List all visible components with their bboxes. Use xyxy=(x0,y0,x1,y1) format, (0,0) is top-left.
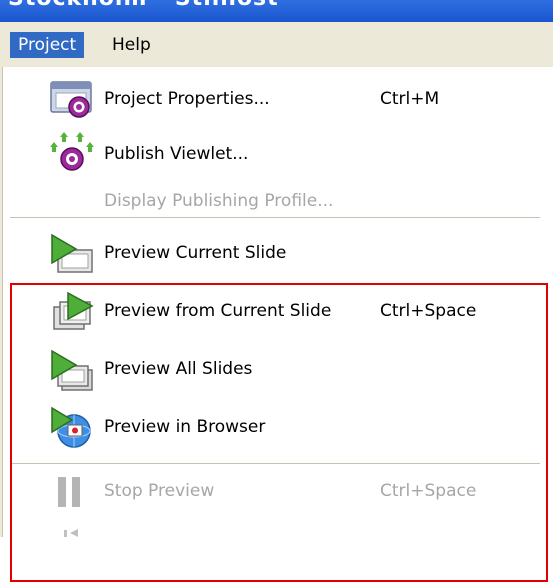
menu-separator xyxy=(10,217,540,218)
menu-project[interactable]: Project xyxy=(10,32,85,58)
menu-item-preview-current-slide[interactable]: Preview Current Slide xyxy=(0,229,553,279)
menu-item-label: Publish Viewlet... xyxy=(104,144,249,164)
partial-icon-cutoff xyxy=(60,528,90,537)
menu-item-label: Preview Current Slide xyxy=(104,243,287,263)
menu-help[interactable]: Help xyxy=(104,32,159,58)
highlight-box xyxy=(10,283,548,582)
menu-item-label: Display Publishing Profile... xyxy=(104,191,334,211)
cutoff-icon xyxy=(64,529,78,537)
project-properties-icon xyxy=(50,81,92,118)
menu-item-display-publishing-profile[interactable]: Display Publishing Profile... xyxy=(0,179,553,229)
menu-item-publish-viewlet[interactable]: Publish Viewlet... xyxy=(0,129,553,179)
title-bar: Stockholm - Stilnost xyxy=(0,0,553,22)
menu-item-shortcut: Ctrl+M xyxy=(380,89,440,109)
menu-item-label: Project Properties... xyxy=(104,89,270,109)
menu-item-project-properties[interactable]: Project Properties... Ctrl+M xyxy=(0,74,553,124)
menu-bar: Project Help xyxy=(0,22,553,67)
window-title: Stockholm - Stilnost xyxy=(8,0,279,11)
publish-icon xyxy=(50,132,94,171)
project-dropdown-menu: Project Properties... Ctrl+M Publish Vie… xyxy=(0,67,553,582)
preview-slide-icon xyxy=(51,233,93,273)
